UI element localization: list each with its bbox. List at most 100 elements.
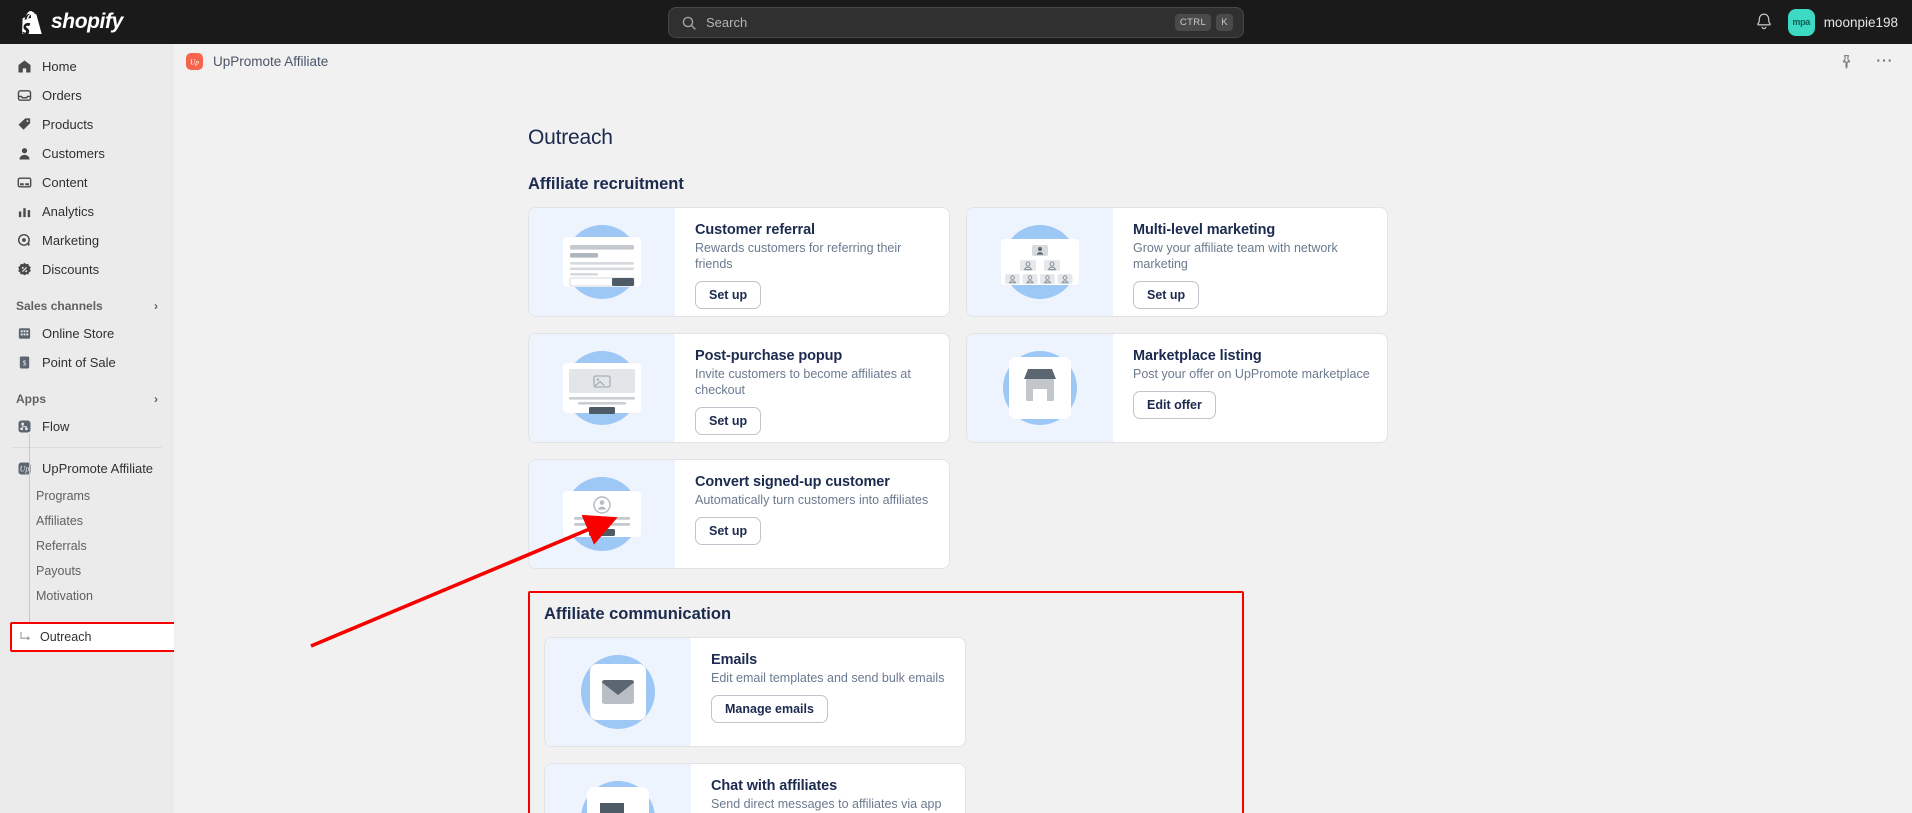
sidebar-item-label: Products (42, 117, 94, 132)
sidebar-item-orders[interactable]: Orders (8, 81, 166, 110)
sidebar-item-analytics[interactable]: Analytics (8, 197, 166, 226)
sidebar-item-label: Analytics (42, 204, 95, 219)
section-label: Sales channels (16, 299, 103, 313)
shopify-brand[interactable]: shopify (22, 10, 123, 34)
flow-icon (16, 419, 32, 435)
page-canvas: Outreach Affiliate recruitment Customer … (174, 78, 1912, 813)
svg-text:Up: Up (19, 465, 29, 474)
sidebar-item-programs[interactable]: Programs (8, 483, 166, 508)
section-title-communication: Affiliate communication (544, 605, 732, 623)
sidebar-item-marketing[interactable]: Marketing (8, 226, 166, 255)
affiliate-communication-section: Affiliate communication Emails Edit emai… (528, 591, 1244, 813)
sidebar-item-content[interactable]: Content (8, 168, 166, 197)
page-content: Outreach Affiliate recruitment Customer … (528, 126, 1388, 813)
sidebar-divider (12, 447, 162, 448)
pin-icon[interactable] (1839, 54, 1854, 69)
sidebar-item-label: Marketing (42, 233, 100, 248)
card-emails[interactable]: Emails Edit email templates and send bul… (544, 637, 966, 747)
sidebar-item-label: Point of Sale (42, 355, 116, 370)
mlm-tree-illustration (967, 208, 1113, 316)
sidebar-item-label: Customers (42, 146, 105, 161)
sidebar-subitem-label: Affiliates (36, 513, 84, 528)
card-description: Send direct messages to affiliates via a… (711, 797, 942, 811)
section-label: Apps (16, 392, 46, 406)
sidebar-item-affiliates[interactable]: Affiliates (8, 508, 166, 533)
app-header-title: UpPromote Affiliate (213, 53, 329, 69)
sidebar-item-uppromote-affiliate[interactable]: Up UpPromote Affiliate (8, 454, 166, 483)
sidebar-section-apps[interactable]: Apps › (16, 388, 158, 410)
sidebar-item-payouts[interactable]: Payouts (8, 558, 166, 583)
global-search[interactable]: Search CTRL K (668, 7, 1244, 38)
sidebar-item-online-store[interactable]: Online Store (8, 319, 166, 348)
chevron-right-icon[interactable]: › (154, 392, 158, 406)
ellipsis-icon[interactable]: ⋯ (1876, 52, 1895, 69)
sidebar-item-discounts[interactable]: Discounts (8, 255, 166, 284)
card-title: Customer referral (695, 222, 815, 238)
screen: shopify Search CTRL K mpa moonpie198 Hom… (0, 0, 1912, 813)
shopify-bag-icon (22, 10, 42, 34)
card-description: Rewards customers for referring their fr… (695, 241, 902, 271)
sidebar-item-label: Content (42, 175, 88, 190)
user-menu[interactable]: mpa moonpie198 (1787, 8, 1898, 36)
product-tag-icon (16, 117, 32, 133)
discount-badge-icon (16, 262, 32, 278)
popup-illustration (529, 334, 675, 442)
sidebar-item-label: Online Store (42, 326, 115, 341)
sidebar-item-customers[interactable]: Customers (8, 139, 166, 168)
card-description: Automatically turn customers into affili… (695, 493, 929, 507)
sidebar-section-sales-channels[interactable]: Sales channels › (16, 295, 158, 317)
search-icon (682, 16, 696, 30)
edit-offer-button[interactable]: Edit offer (1133, 391, 1216, 419)
card-title: Multi-level marketing (1133, 222, 1276, 238)
storefront-icon (16, 326, 32, 342)
card-marketplace-listing[interactable]: Marketplace listing Post your offer on U… (966, 333, 1388, 443)
search-kbd-ctrl: CTRL (1174, 14, 1212, 31)
svg-text:$: $ (22, 358, 26, 367)
app-header: Up UpPromote Affiliate ⋯ (174, 44, 1912, 78)
svg-text:Up: Up (190, 57, 199, 66)
setup-button[interactable]: Set up (695, 517, 762, 545)
setup-button[interactable]: Set up (695, 407, 762, 435)
sidebar-item-home[interactable]: Home (8, 52, 166, 81)
manage-emails-button[interactable]: Manage emails (711, 695, 828, 723)
pos-icon: $ (16, 355, 32, 371)
card-title: Marketplace listing (1133, 348, 1262, 364)
content-icon (16, 175, 32, 191)
card-post-purchase-popup[interactable]: Post-purchase popup Invite customers to … (528, 333, 950, 443)
section-title-recruitment: Affiliate recruitment (528, 175, 684, 193)
person-icon (16, 146, 32, 162)
uppromote-icon: Up (186, 52, 203, 70)
sidebar-item-referrals[interactable]: Referrals (8, 533, 166, 558)
bell-icon[interactable] (1754, 12, 1774, 32)
sidebar-item-flow[interactable]: Flow (8, 412, 166, 441)
avatar: mpa (1787, 8, 1815, 36)
sidebar-item-products[interactable]: Products (8, 110, 166, 139)
recruitment-card-grid: Customer referral Rewards customers for … (528, 207, 1388, 569)
chat-bubbles-illustration (545, 764, 691, 813)
envelope-illustration (545, 638, 691, 746)
page-title: Outreach (528, 126, 613, 149)
card-description: Edit email templates and send bulk email… (711, 671, 945, 685)
sidebar-item-label: Home (42, 59, 77, 74)
home-icon (16, 59, 32, 75)
sidebar-item-motivation[interactable]: Motivation (8, 583, 166, 608)
sidebar-subitem-label: Payouts (36, 563, 82, 578)
card-multi-level-marketing[interactable]: Multi-level marketing Grow your affiliat… (966, 207, 1388, 317)
chevron-right-icon[interactable]: › (154, 299, 158, 313)
card-description: Post your offer on UpPromote marketplace (1133, 367, 1370, 381)
subnav-arrow-icon (20, 632, 31, 641)
storefront-illustration (967, 334, 1113, 442)
card-customer-referral[interactable]: Customer referral Rewards customers for … (528, 207, 950, 317)
setup-button[interactable]: Set up (695, 281, 762, 309)
card-title: Convert signed-up customer (695, 474, 890, 490)
sidebar-subitem-label: Programs (36, 488, 91, 503)
card-convert-signed-up-customer[interactable]: Convert signed-up customer Automatically… (528, 459, 950, 569)
card-chat-with-affiliates[interactable]: Chat with affiliates Send direct message… (544, 763, 966, 813)
app-subnav-rail (29, 434, 30, 622)
sidebar-item-point-of-sale[interactable]: $ Point of Sale (8, 348, 166, 377)
convert-customer-illustration (529, 460, 675, 568)
card-title: Post-purchase popup (695, 348, 843, 364)
sidebar-item-outreach[interactable]: Outreach (10, 622, 174, 652)
setup-button[interactable]: Set up (1133, 281, 1200, 309)
search-kbd-k: K (1216, 14, 1233, 31)
